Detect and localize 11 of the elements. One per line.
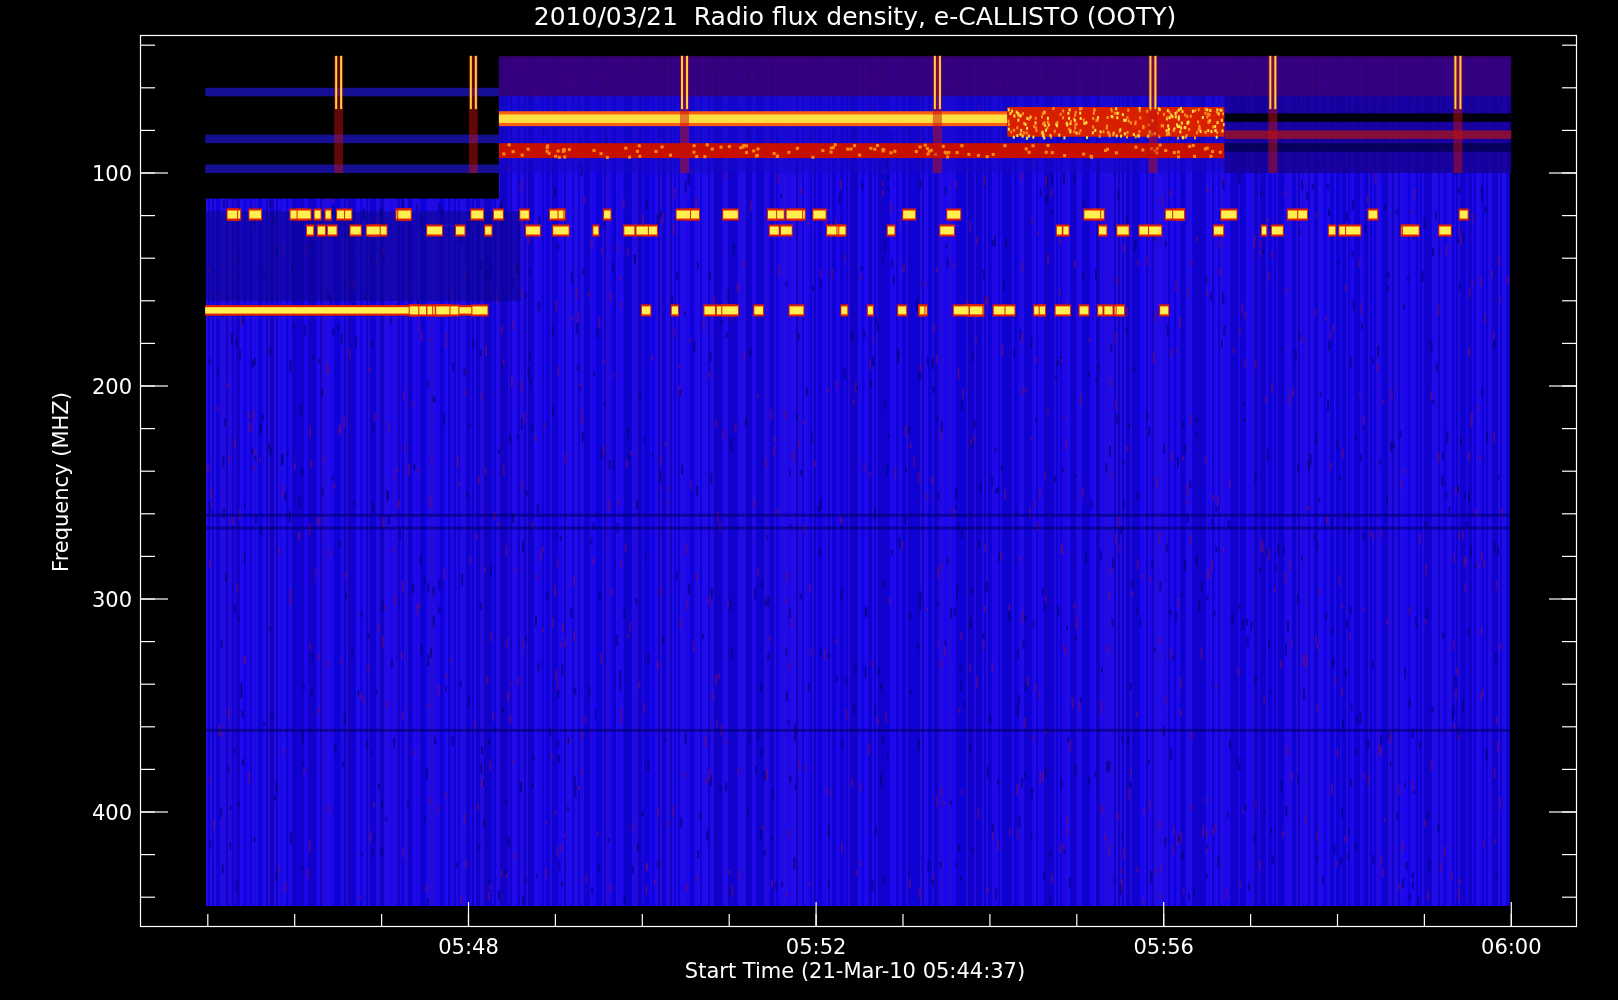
x-tick-label: 05:48 [438,935,499,959]
y-axis-title: Frequency (MHZ) [49,392,73,572]
y-tick-label: 300 [91,588,132,612]
x-tick-label: 05:56 [1133,935,1194,959]
x-tick-label: 05:52 [785,935,847,959]
chart-title: 2010/03/21 Radio flux density, e-CALLISTO (OOTY) [533,2,1177,31]
y-tick-label: 200 [91,375,132,399]
x-axis-title: Start Time (21-Mar-10 05:44:37) [684,959,1026,983]
y-tick-label: 100 [91,162,132,186]
x-tick-label: 06:00 [1481,935,1542,959]
y-tick-label: 400 [91,801,132,825]
